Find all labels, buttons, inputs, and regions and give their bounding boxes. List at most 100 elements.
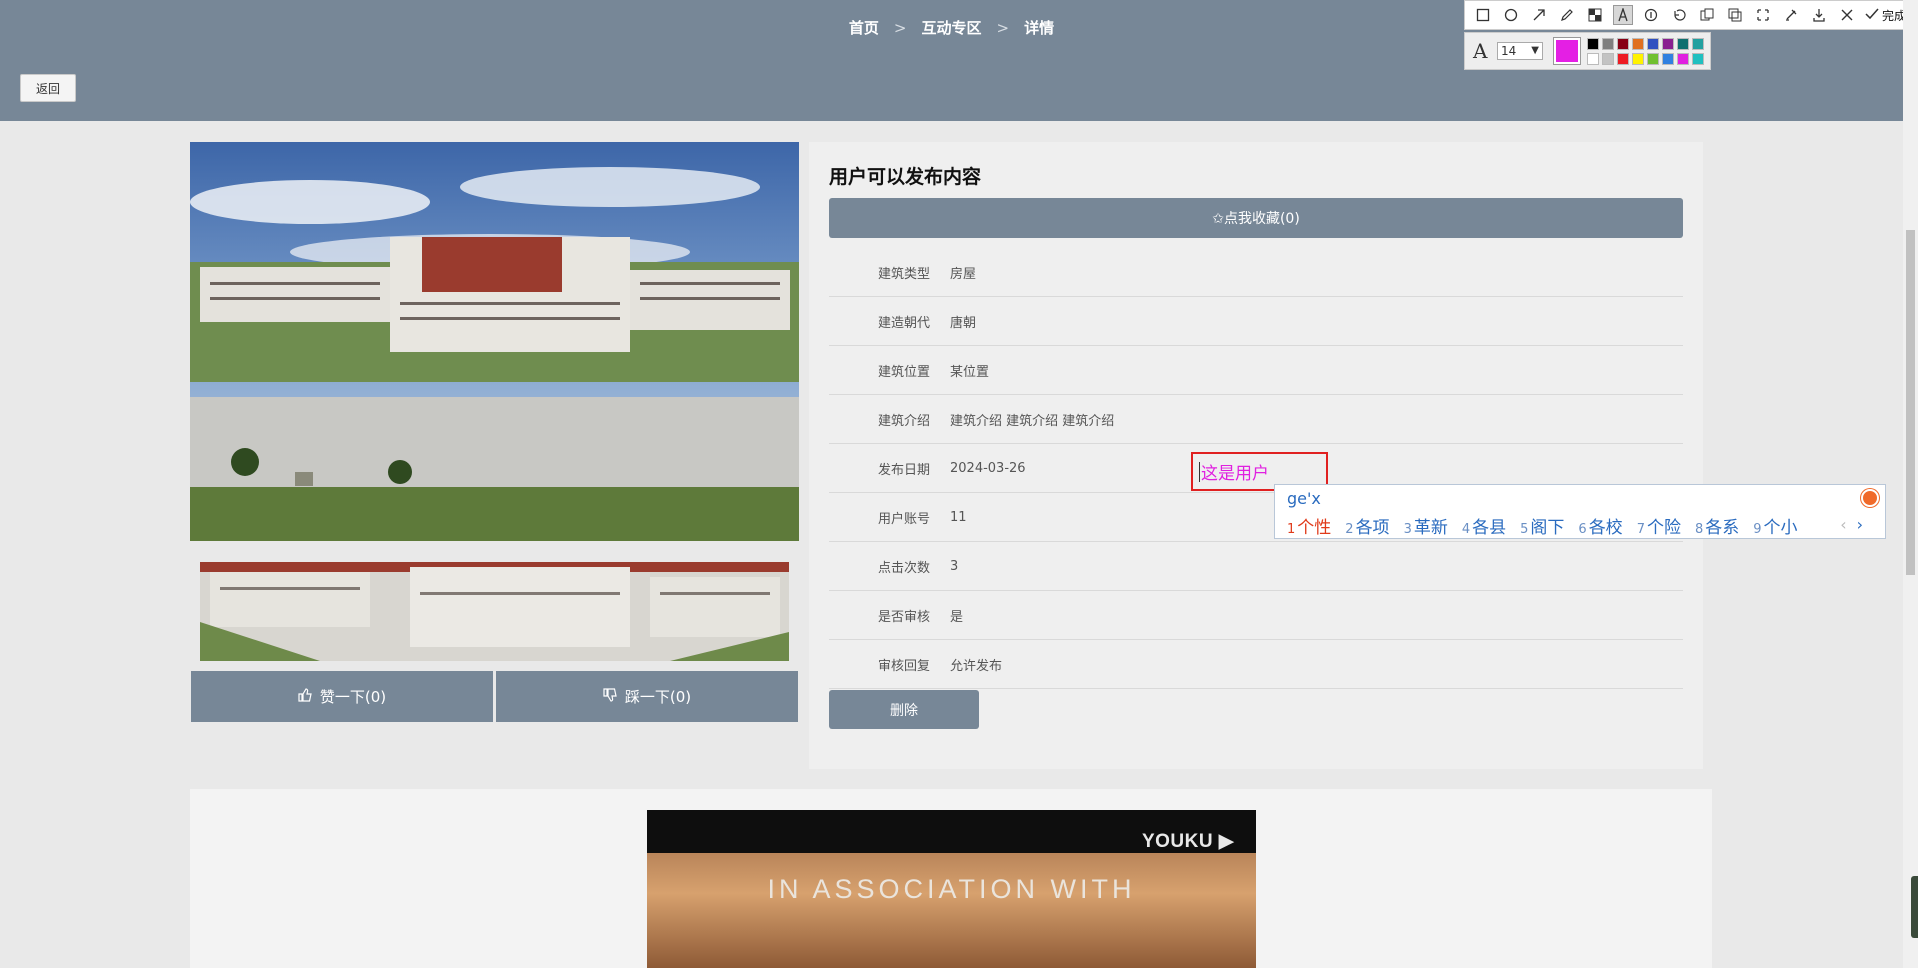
color-swatch[interactable]	[1647, 38, 1659, 50]
ime-candidate[interactable]: 3 革新	[1404, 513, 1448, 538]
candidate-number: 1	[1287, 522, 1296, 537]
ime-logo-icon[interactable]	[1861, 489, 1879, 507]
ime-candidate[interactable]: 8 各系	[1695, 513, 1739, 538]
color-swatch[interactable]	[1632, 53, 1644, 65]
done-icon	[1865, 7, 1879, 24]
dislike-button[interactable]: 踩一下(0)	[496, 671, 798, 722]
candidate-text: 革新	[1413, 518, 1448, 538]
download-icon[interactable]	[1809, 5, 1829, 25]
main-image[interactable]	[190, 142, 799, 541]
video-player[interactable]: YOUKU ▶ IN ASSOCIATION WITH	[647, 810, 1256, 968]
field-label: 用户账号	[877, 511, 930, 527]
field-value: 11	[950, 509, 967, 525]
serial-number-icon[interactable]	[1641, 5, 1661, 25]
candidate-text: 各项	[1355, 518, 1390, 538]
redo-icon[interactable]	[1697, 5, 1717, 25]
color-swatch[interactable]	[1677, 38, 1689, 50]
back-button[interactable]: 返回	[20, 74, 76, 102]
ime-candidate[interactable]: 5 阁下	[1520, 513, 1564, 538]
info-row-type: 建筑类型 房屋	[829, 248, 1683, 297]
color-swatch[interactable]	[1617, 38, 1629, 50]
ime-candidate[interactable]: 7 个险	[1637, 513, 1681, 538]
candidate-number: 6	[1578, 522, 1587, 537]
ime-pinyin: ge'x	[1287, 489, 1321, 508]
field-label: 是否审核	[877, 609, 930, 625]
annotation-text: 这是用户	[1201, 464, 1269, 484]
color-swatch[interactable]	[1677, 53, 1689, 65]
color-swatch[interactable]	[1692, 53, 1704, 65]
field-label: 建造朝代	[877, 315, 930, 331]
text-options-bar: A 14 ▼	[1464, 32, 1711, 70]
field-value: 唐朝	[950, 315, 977, 331]
color-swatch[interactable]	[1617, 53, 1629, 65]
color-swatch[interactable]	[1587, 53, 1599, 65]
ime-prev-page[interactable]: ‹	[1840, 515, 1846, 534]
like-label: 赞一下(0)	[319, 688, 387, 706]
pin-icon[interactable]	[1753, 5, 1773, 25]
color-swatch[interactable]	[1602, 53, 1614, 65]
like-button[interactable]: 赞一下(0)	[191, 671, 493, 722]
field-value: 允许发布	[950, 658, 1003, 674]
candidate-number: 4	[1461, 522, 1471, 537]
ime-candidate[interactable]: 9 个小	[1753, 513, 1797, 538]
collect-button[interactable]: ✩点我收藏(0)	[829, 198, 1683, 238]
candidate-number: 2	[1345, 522, 1354, 537]
candidate-text: 个险	[1646, 518, 1681, 538]
ime-candidate[interactable]: 4 各县	[1462, 513, 1506, 538]
eraser-icon[interactable]	[1781, 5, 1801, 25]
copy-icon[interactable]	[1725, 5, 1745, 25]
field-value: 建筑介绍 建筑介绍 建筑介绍	[950, 413, 1115, 429]
ime-next-page[interactable]: ›	[1857, 515, 1863, 534]
info-row-intro: 建筑介绍 建筑介绍 建筑介绍 建筑介绍	[829, 395, 1683, 444]
text-icon[interactable]	[1613, 5, 1633, 25]
dislike-label: 踩一下(0)	[624, 688, 692, 706]
close-icon[interactable]	[1837, 5, 1857, 25]
color-swatch[interactable]	[1662, 38, 1674, 50]
info-row-location: 建筑位置 某位置	[829, 346, 1683, 395]
current-color-swatch[interactable]	[1554, 38, 1580, 64]
font-icon: A	[1473, 39, 1488, 63]
undo-icon[interactable]	[1669, 5, 1689, 25]
page-title: 用户可以发布内容	[829, 166, 982, 188]
pencil-icon[interactable]	[1557, 5, 1577, 25]
field-value: 3	[950, 558, 959, 574]
breadcrumb-separator: >	[996, 19, 1010, 37]
info-row-clicks: 点击次数 3	[829, 542, 1683, 591]
ime-candidate[interactable]: 1 个性	[1287, 513, 1331, 538]
thumbs-up-icon	[298, 687, 312, 706]
candidate-text: 个小	[1763, 518, 1798, 538]
thumbnail-image[interactable]	[200, 562, 789, 661]
candidate-text: 各县	[1472, 518, 1507, 538]
field-label: 建筑介绍	[877, 413, 930, 429]
scrollbar-thumb[interactable]	[1906, 230, 1915, 575]
done-button[interactable]: 完成	[1865, 7, 1906, 24]
side-widget[interactable]	[1911, 876, 1918, 938]
arrow-icon[interactable]	[1529, 5, 1549, 25]
color-swatch[interactable]	[1602, 38, 1614, 50]
color-swatch[interactable]	[1662, 53, 1674, 65]
ime-candidates: 1 个性 2 各项 3 革新 4 各县 5 阁下 6 各校 7 个险 8 各系 9 个小	[1287, 513, 1798, 538]
field-value: 是	[950, 609, 964, 625]
color-swatch[interactable]	[1647, 53, 1659, 65]
ellipse-icon[interactable]	[1501, 5, 1521, 25]
rectangle-icon[interactable]	[1473, 5, 1493, 25]
delete-button[interactable]: 删除	[829, 690, 979, 729]
ime-candidate[interactable]: 2 各项	[1345, 513, 1389, 538]
field-value: 房屋	[950, 266, 977, 282]
candidate-number: 9	[1753, 522, 1762, 537]
ime-candidate[interactable]: 6 各校	[1578, 513, 1622, 538]
color-swatch[interactable]	[1632, 38, 1644, 50]
color-swatch[interactable]	[1587, 38, 1599, 50]
mosaic-icon[interactable]	[1585, 5, 1605, 25]
info-row-reviewed: 是否审核 是	[829, 591, 1683, 640]
video-frame	[647, 853, 1256, 968]
breadcrumb-home[interactable]: 首页	[849, 19, 879, 37]
color-swatch[interactable]	[1692, 38, 1704, 50]
field-label: 建筑类型	[877, 266, 930, 282]
candidate-number: 3	[1403, 522, 1412, 537]
field-label: 发布日期	[877, 462, 930, 478]
breadcrumb-section[interactable]: 互动专区	[921, 19, 981, 37]
font-size-select[interactable]: 14 ▼	[1497, 42, 1543, 60]
ime-candidate-window: ge'x 1 个性 2 各项 3 革新 4 各县 5 阁下 6 各校 7 个险 8 各系 9 个小…	[1274, 484, 1886, 539]
video-caption: IN ASSOCIATION WITH	[767, 874, 1136, 904]
